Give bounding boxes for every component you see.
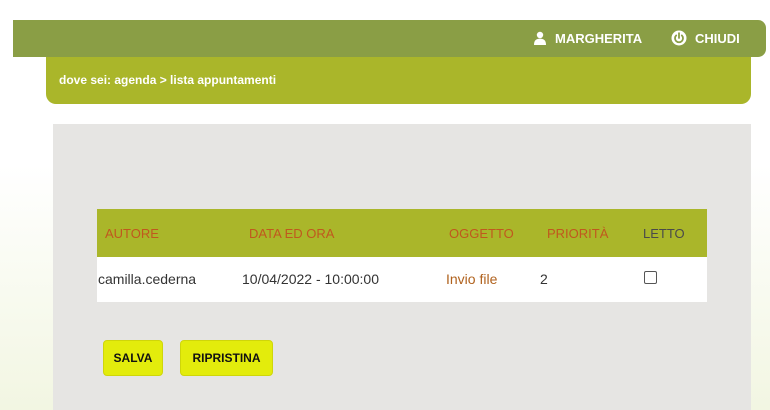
top-bar: MARGHERITA CHIUDI xyxy=(13,20,766,57)
column-header-oggetto[interactable]: OGGETTO xyxy=(449,226,514,241)
appointments-table: AUTORE DATA ED ORA OGGETTO PRIORITÀ LETT… xyxy=(97,209,707,302)
user-name: MARGHERITA xyxy=(555,30,643,46)
cell-data-ora: 10/04/2022 - 10:00:00 xyxy=(242,271,380,287)
save-button[interactable]: SALVA xyxy=(103,340,163,376)
logout-label: CHIUDI xyxy=(695,30,740,46)
user-menu[interactable]: MARGHERITA xyxy=(533,29,642,47)
column-header-letto: LETTO xyxy=(643,226,685,241)
logout-button[interactable]: CHIUDI xyxy=(671,29,740,47)
cell-autore: camilla.cederna xyxy=(98,271,197,287)
column-header-autore[interactable]: AUTORE xyxy=(105,226,159,241)
power-icon xyxy=(671,30,687,46)
user-icon xyxy=(533,31,547,45)
table-row: camilla.cederna 10/04/2022 - 10:00:00 In… xyxy=(97,257,707,302)
reset-button[interactable]: RIPRISTINA xyxy=(180,340,273,376)
cell-priorita: 2 xyxy=(540,271,548,287)
breadcrumb: dove sei: agenda > lista appuntamenti xyxy=(59,73,277,87)
cell-oggetto-link[interactable]: Invio file xyxy=(446,271,497,287)
breadcrumb-bar: dove sei: agenda > lista appuntamenti xyxy=(46,57,751,104)
column-header-priorita[interactable]: PRIORITÀ xyxy=(547,226,608,241)
column-header-data-ora[interactable]: DATA ED ORA xyxy=(249,226,334,241)
letto-checkbox[interactable] xyxy=(644,271,657,284)
content-panel: AUTORE DATA ED ORA OGGETTO PRIORITÀ LETT… xyxy=(53,124,751,410)
table-header-row: AUTORE DATA ED ORA OGGETTO PRIORITÀ LETT… xyxy=(97,209,707,257)
